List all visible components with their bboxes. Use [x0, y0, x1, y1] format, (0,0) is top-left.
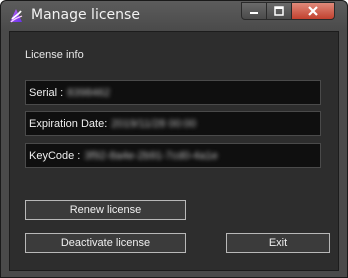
maximize-button[interactable] — [266, 2, 292, 20]
exit-button[interactable]: Exit — [226, 233, 330, 253]
keycode-label: KeyCode : — [29, 149, 81, 162]
minimize-icon — [250, 12, 258, 14]
minimize-button[interactable] — [241, 2, 267, 20]
serial-label: Serial : — [29, 86, 64, 99]
keycode-value: 3f92-8a4e-2b91-7cd0-4a1e — [84, 149, 218, 162]
manage-license-window: Manage license License info Serial : 839… — [0, 0, 348, 278]
app-logo-icon — [10, 9, 23, 23]
serial-value: 8398462 — [67, 86, 111, 99]
keycode-field: KeyCode : 3f92-8a4e-2b91-7cd0-4a1e — [25, 143, 321, 168]
close-icon — [308, 6, 318, 16]
maximize-icon — [274, 6, 284, 16]
close-button[interactable] — [291, 2, 335, 20]
title-bar[interactable]: Manage license — [1, 1, 347, 31]
deactivate-license-button[interactable]: Deactivate license — [25, 233, 186, 253]
license-info-heading: License info — [25, 49, 84, 61]
serial-field: Serial : 8398462 — [25, 80, 321, 105]
window-title: Manage license — [31, 7, 140, 23]
client-area: License info Serial : 8398462 Expiration… — [9, 31, 339, 271]
expiration-date-value: 2019/11/28 00:00 — [111, 117, 197, 130]
renew-license-button[interactable]: Renew license — [25, 200, 186, 220]
expiration-date-field: Expiration Date: 2019/11/28 00:00 — [25, 111, 321, 136]
expiration-date-label: Expiration Date: — [29, 117, 108, 130]
